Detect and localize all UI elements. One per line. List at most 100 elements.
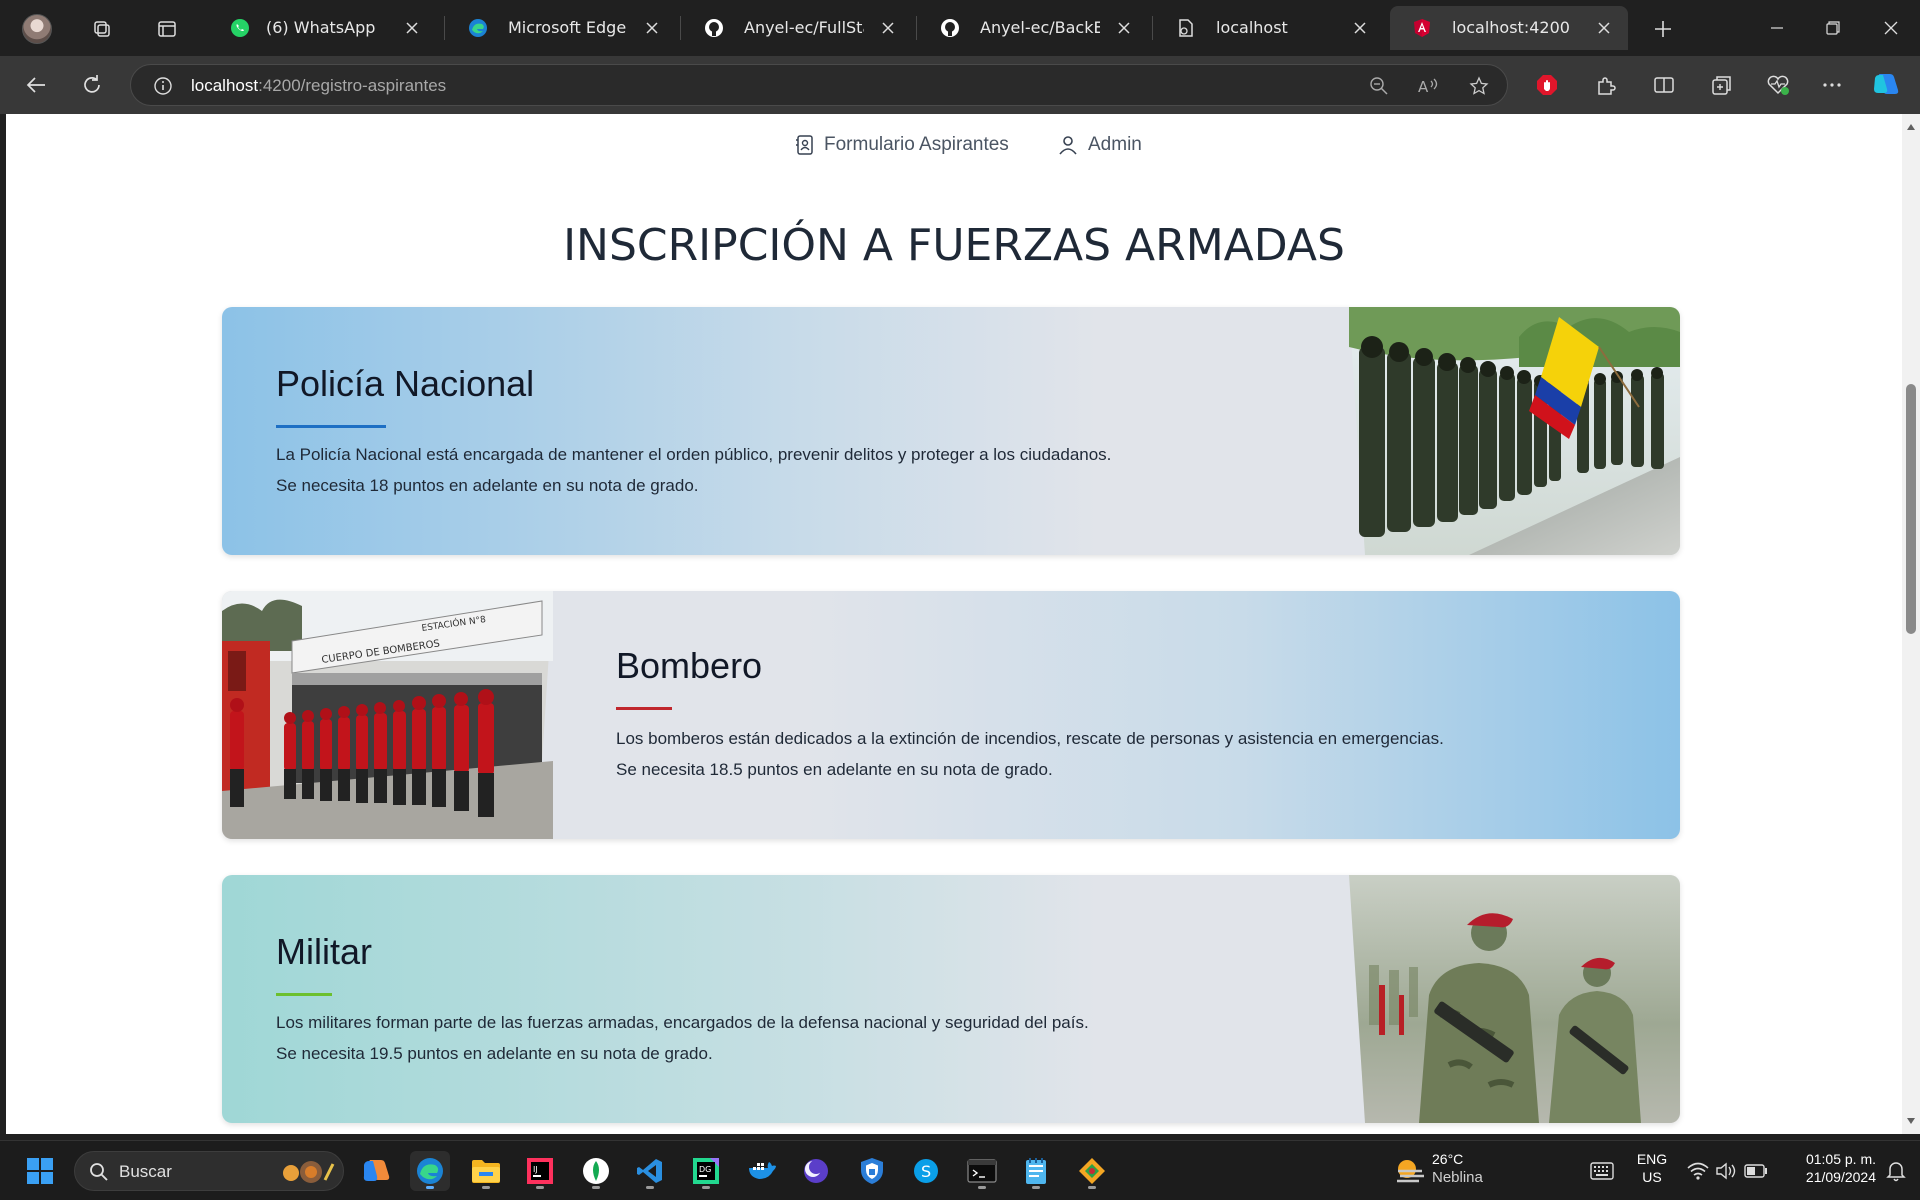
tab-localhost-4200[interactable]: localhost:4200	[1390, 6, 1628, 50]
github-icon	[704, 18, 724, 38]
angular-icon	[1412, 18, 1432, 38]
tab-microsoft-edge[interactable]: Microsoft Edge | N	[446, 6, 676, 50]
docker-icon[interactable]	[742, 1151, 782, 1191]
scroll-up-icon[interactable]	[1906, 122, 1916, 132]
card-requirement: Se necesita 18.5 puntos en adelante en s…	[616, 760, 1053, 779]
edge-taskbar-icon[interactable]	[410, 1151, 450, 1191]
card-requirement: Se necesita 18 puntos en adelante en su …	[276, 476, 699, 495]
github-icon	[940, 18, 960, 38]
tab-localhost[interactable]: localhost	[1154, 6, 1384, 50]
weather-description: Neblina	[1432, 1169, 1483, 1186]
firefighters-station-photo: CUERPO DE BOMBEROS ESTACIÓN N°8	[222, 591, 553, 839]
card-description: Los militares forman parte de las fuerza…	[276, 1007, 1276, 1069]
nav-formulario-aspirantes[interactable]: Formulario Aspirantes	[796, 132, 1009, 158]
keyboard-icon[interactable]	[1582, 1151, 1622, 1191]
input-language[interactable]: ENG US	[1632, 1151, 1672, 1185]
tab-actions-icon[interactable]	[150, 12, 184, 46]
windows-start-icon[interactable]	[20, 1151, 60, 1191]
card-title-underline	[616, 707, 672, 710]
moon-app-icon[interactable]	[796, 1151, 836, 1191]
page-title: INSCRIPCIÓN A FUERZAS ARMADAS	[563, 220, 1345, 271]
profile-avatar[interactable]	[22, 14, 52, 44]
split-screen-icon[interactable]	[1646, 67, 1682, 103]
card-militar[interactable]: Militar Los militares forman parte de la…	[222, 875, 1680, 1123]
jetbrains-ij-icon[interactable]: IJ	[520, 1151, 560, 1191]
police-parade-photo	[1349, 307, 1680, 555]
copilot-icon[interactable]	[1868, 67, 1904, 103]
scroll-down-icon[interactable]	[1906, 1116, 1916, 1126]
close-tab-icon[interactable]	[642, 18, 662, 38]
back-icon[interactable]	[18, 67, 54, 103]
favorite-star-icon[interactable]	[1461, 68, 1497, 104]
search-placeholder: Buscar	[119, 1162, 172, 1181]
card-title-underline	[276, 993, 332, 996]
browser-toolbar: localhost:4200/registro-aspirantes A	[0, 56, 1920, 114]
refresh-icon[interactable]	[74, 67, 110, 103]
tab-label: localhost:4200	[1452, 18, 1570, 37]
tab-whatsapp[interactable]: (6) WhatsApp	[208, 6, 436, 50]
workspaces-icon[interactable]	[85, 12, 119, 46]
close-window-icon[interactable]	[1866, 0, 1916, 56]
site-info-icon[interactable]	[145, 68, 181, 104]
nav-label: Formulario Aspirantes	[824, 134, 1009, 155]
file-explorer-icon[interactable]	[466, 1151, 506, 1191]
search-icon	[90, 1163, 108, 1181]
weather-icon[interactable]	[1390, 1151, 1430, 1191]
mongodb-compass-icon[interactable]	[576, 1151, 616, 1191]
page-viewport: Formulario Aspirantes Admin INSCRIPCIÓN …	[6, 114, 1902, 1134]
battery-icon[interactable]	[1736, 1151, 1776, 1191]
notepad-icon[interactable]	[1016, 1151, 1056, 1191]
extensions-icon[interactable]	[1588, 67, 1624, 103]
svg-text:DG: DG	[699, 1165, 711, 1174]
clock-date: 21/09/2024	[1805, 1169, 1876, 1185]
svg-text:A: A	[1418, 78, 1429, 96]
card-requirement: Se necesita 19.5 puntos en adelante en s…	[276, 1044, 713, 1063]
card-title: Militar	[276, 931, 372, 972]
address-bar[interactable]: localhost:4200/registro-aspirantes A	[130, 64, 1508, 106]
close-tab-icon[interactable]	[402, 18, 422, 38]
notification-bell-icon[interactable]	[1876, 1151, 1916, 1191]
git-client-icon[interactable]	[1072, 1151, 1112, 1191]
nav-admin[interactable]: Admin	[1058, 132, 1142, 158]
url-path: :4200/registro-aspirantes	[258, 76, 447, 95]
vscode-icon[interactable]	[630, 1151, 670, 1191]
url-text: localhost:4200/registro-aspirantes	[191, 65, 446, 107]
top-nav: Formulario Aspirantes Admin	[6, 114, 1902, 174]
close-tab-icon[interactable]	[878, 18, 898, 38]
terminal-icon[interactable]	[962, 1151, 1002, 1191]
card-description-line: Los bomberos están dedicados a la extinc…	[616, 729, 1444, 748]
weather-temperature: 26°C	[1432, 1151, 1464, 1167]
card-policia-nacional[interactable]: Policía Nacional La Policía Nacional est…	[222, 307, 1680, 555]
collections-icon[interactable]	[1704, 67, 1740, 103]
language-code: ENG	[1636, 1151, 1668, 1167]
edge-icon	[468, 18, 488, 38]
new-tab-icon[interactable]	[1646, 12, 1680, 46]
contact-form-icon	[796, 135, 813, 155]
skype-icon[interactable]: S	[906, 1151, 946, 1191]
svg-text:IJ: IJ	[533, 1165, 538, 1174]
close-tab-icon[interactable]	[1594, 18, 1614, 38]
tab-github-backend[interactable]: Anyel-ec/BackEnd	[918, 6, 1148, 50]
minimize-icon[interactable]	[1752, 0, 1802, 56]
datagrip-icon[interactable]: DG	[686, 1151, 726, 1191]
restore-icon[interactable]	[1808, 0, 1858, 56]
copilot-taskbar-icon[interactable]	[356, 1151, 396, 1191]
taskbar-search[interactable]: Buscar	[74, 1151, 344, 1191]
scrollbar-thumb[interactable]	[1906, 384, 1916, 634]
adblock-extension-icon[interactable]	[1529, 67, 1565, 103]
clock[interactable]: 01:05 p. m. 21/09/2024	[1780, 1151, 1876, 1185]
zoom-out-icon[interactable]	[1361, 68, 1397, 104]
close-tab-icon[interactable]	[1350, 18, 1370, 38]
security-shield-icon[interactable]	[852, 1151, 892, 1191]
close-tab-icon[interactable]	[1114, 18, 1134, 38]
page-scrollbar[interactable]	[1902, 114, 1920, 1134]
browser-essentials-icon[interactable]	[1760, 67, 1796, 103]
read-aloud-icon[interactable]: A	[1411, 68, 1447, 104]
weather-widget[interactable]: 26°C Neblina	[1432, 1151, 1483, 1186]
tab-github-fullstack[interactable]: Anyel-ec/FullStack	[682, 6, 912, 50]
tab-label: (6) WhatsApp	[266, 18, 376, 37]
tab-label: Anyel-ec/BackEnd	[980, 18, 1100, 37]
soldiers-photo	[1349, 875, 1680, 1123]
more-options-icon[interactable]	[1814, 67, 1850, 103]
card-bombero[interactable]: CUERPO DE BOMBEROS ESTACIÓN N°8 Bombero …	[222, 591, 1680, 839]
